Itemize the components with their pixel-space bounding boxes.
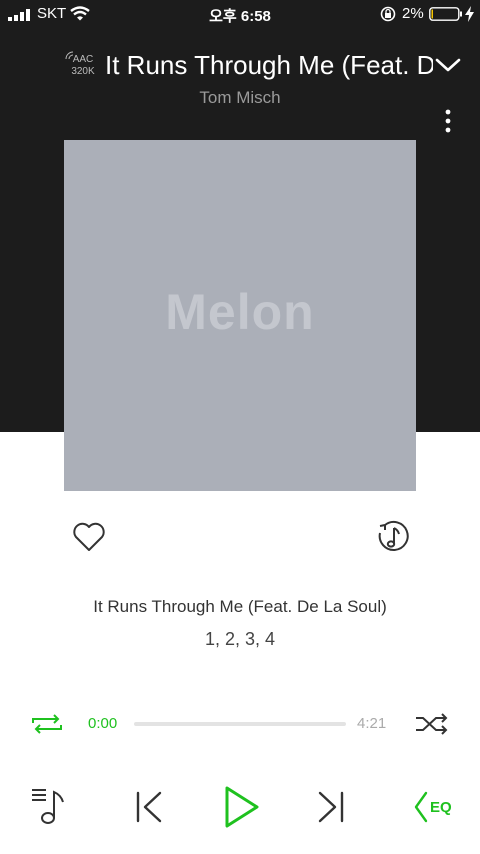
melon-logo: Melon bbox=[165, 284, 315, 340]
next-icon bbox=[318, 791, 344, 823]
eq-label: EQ bbox=[430, 799, 452, 816]
playlist-button[interactable] bbox=[30, 786, 70, 826]
status-bar: SKT 오후 6:58 2% bbox=[0, 0, 480, 28]
music-history-icon bbox=[378, 520, 409, 551]
repeat-icon bbox=[32, 714, 62, 734]
eq-icon bbox=[414, 791, 428, 823]
header-song-title: It Runs Through Me (Feat. De La Soul) bbox=[105, 50, 433, 80]
more-options-button[interactable] bbox=[438, 108, 458, 134]
album-art[interactable]: Melon bbox=[64, 140, 416, 491]
like-button[interactable] bbox=[71, 520, 107, 554]
progress-slider[interactable] bbox=[134, 722, 346, 726]
song-title: It Runs Through Me (Feat. De La Soul) bbox=[93, 597, 387, 616]
codec-badge: AAC 320K bbox=[65, 51, 100, 78]
more-vertical-icon bbox=[445, 109, 451, 133]
collapse-button[interactable] bbox=[434, 53, 462, 77]
previous-icon bbox=[136, 791, 162, 823]
eq-button[interactable]: EQ bbox=[410, 790, 456, 824]
repeat-button[interactable] bbox=[30, 710, 64, 738]
battery-icon bbox=[429, 7, 462, 21]
codec-format: AAC bbox=[72, 54, 94, 65]
shuffle-button[interactable] bbox=[414, 710, 450, 738]
album-title[interactable]: 1, 2, 3, 4 bbox=[0, 629, 480, 650]
current-time: 0:00 bbox=[88, 715, 118, 732]
chevron-down-icon bbox=[435, 58, 461, 72]
codec-bitrate: 320K bbox=[71, 66, 95, 77]
artist-name[interactable]: Tom Misch bbox=[0, 88, 480, 108]
next-button[interactable] bbox=[314, 790, 348, 824]
rotation-lock-icon bbox=[380, 6, 396, 22]
charging-icon bbox=[465, 6, 474, 22]
playlist-icon bbox=[32, 789, 64, 824]
total-time: 4:21 bbox=[357, 715, 387, 732]
previous-button[interactable] bbox=[132, 790, 166, 824]
music-history-button[interactable] bbox=[376, 519, 410, 555]
heart-icon bbox=[73, 522, 105, 551]
play-button[interactable] bbox=[220, 784, 262, 830]
play-icon bbox=[225, 786, 259, 828]
battery-percent: 2% bbox=[402, 5, 424, 22]
shuffle-icon bbox=[416, 713, 448, 735]
